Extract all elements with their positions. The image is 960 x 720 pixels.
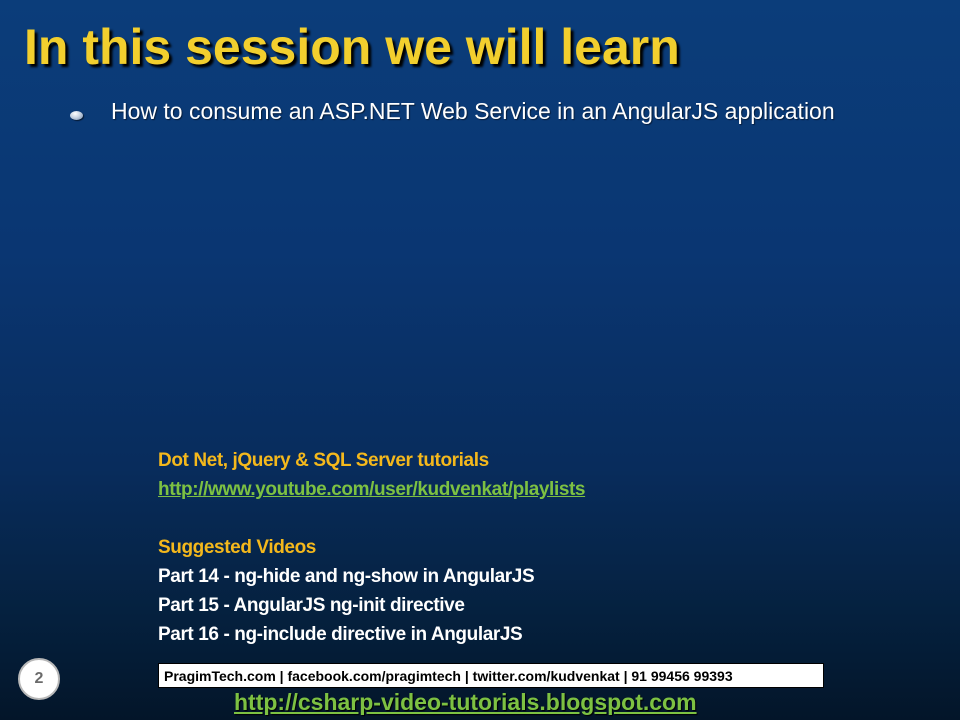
contact-bar: PragimTech.com | facebook.com/pragimtech… xyxy=(158,663,824,688)
suggested-video-item: Part 14 - ng-hide and ng-show in Angular… xyxy=(158,566,535,587)
bullet-item: How to consume an ASP.NET Web Service in… xyxy=(70,98,835,125)
tutorials-heading: Dot Net, jQuery & SQL Server tutorials xyxy=(158,450,489,471)
slide-number-badge: 2 xyxy=(18,658,60,700)
suggested-video-item: Part 16 - ng-include directive in Angula… xyxy=(158,624,523,645)
slide-title: In this session we will learn xyxy=(24,19,680,75)
suggested-video-item: Part 15 - AngularJS ng-init directive xyxy=(158,595,465,616)
slide: In this session we will learn How to con… xyxy=(0,0,960,720)
suggested-videos-heading: Suggested Videos xyxy=(158,537,316,558)
tutorial-info: Dot Net, jQuery & SQL Server tutorials h… xyxy=(158,446,585,649)
bullet-dot-icon xyxy=(70,111,83,120)
playlist-link[interactable]: http://www.youtube.com/user/kudvenkat/pl… xyxy=(158,479,585,500)
blog-link[interactable]: http://csharp-video-tutorials.blogspot.c… xyxy=(234,689,697,716)
bullet-text: How to consume an ASP.NET Web Service in… xyxy=(111,98,835,124)
